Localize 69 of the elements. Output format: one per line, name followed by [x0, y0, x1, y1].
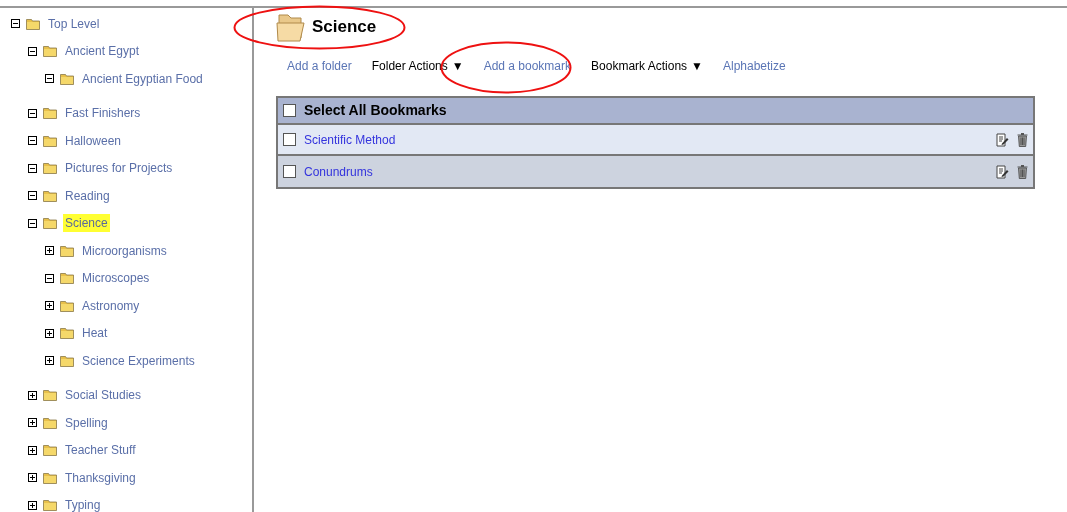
folder-icon [43, 217, 57, 230]
collapse-icon[interactable] [28, 218, 37, 228]
collapse-icon[interactable] [28, 46, 37, 56]
expand-icon[interactable] [28, 473, 37, 483]
expand-icon[interactable] [28, 500, 37, 510]
collapse-icon[interactable] [45, 74, 54, 84]
tree-item[interactable]: Fast Finishers [63, 104, 143, 123]
expand-icon[interactable] [28, 390, 37, 400]
tree-item[interactable]: Social Studies [63, 386, 144, 405]
bookmark-link[interactable]: Scientific Method [304, 130, 988, 149]
folder-icon [60, 272, 74, 285]
collapse-icon[interactable] [28, 136, 37, 146]
tree-item[interactable]: Spelling [63, 413, 110, 432]
collapse-icon[interactable] [28, 163, 37, 173]
tree-item[interactable]: Reading [63, 186, 112, 205]
tree-item[interactable]: Typing [63, 496, 103, 512]
folder-icon [43, 134, 57, 147]
collapse-icon[interactable] [11, 19, 20, 29]
expand-icon[interactable] [45, 301, 54, 311]
expand-icon[interactable] [28, 445, 37, 455]
expand-icon[interactable] [45, 356, 54, 366]
folder-icon [43, 499, 57, 512]
edit-icon[interactable] [996, 132, 1009, 147]
edit-icon[interactable] [996, 164, 1009, 179]
expand-icon[interactable] [45, 328, 54, 338]
actions-menu[interactable]: Bookmark Actions ▼ [591, 57, 703, 75]
folder-icon [60, 244, 74, 257]
folder-icon [60, 327, 74, 340]
tree-item[interactable]: Microorganisms [80, 241, 169, 260]
folder-icon [60, 354, 74, 367]
tree-item[interactable]: Teacher Stuff [63, 441, 138, 460]
checkbox[interactable] [283, 133, 296, 146]
folder-icon [43, 444, 57, 457]
toolbar-link[interactable]: Add a folder [287, 57, 352, 75]
bookmark-link[interactable]: Conundrums [304, 162, 988, 181]
folder-icon [43, 45, 57, 58]
tree-item[interactable]: Thanksgiving [63, 468, 138, 487]
folder-icon [43, 389, 57, 402]
folder-icon [43, 416, 57, 429]
collapse-icon[interactable] [28, 108, 37, 118]
folder-icon [43, 471, 57, 484]
folder-icon [43, 162, 57, 175]
folder-icon [43, 107, 57, 120]
checkbox[interactable] [283, 104, 296, 117]
select-all-label[interactable]: Select All Bookmarks [304, 100, 447, 121]
expand-icon[interactable] [28, 418, 37, 428]
folder-icon [60, 72, 74, 85]
tree-item[interactable]: Top Level [46, 14, 102, 33]
folder-icon [60, 299, 74, 312]
checkbox[interactable] [283, 165, 296, 178]
folder-icon [43, 189, 57, 202]
tree-item[interactable]: Pictures for Projects [63, 159, 175, 178]
toolbar-link[interactable]: Alphabetize [723, 57, 786, 75]
tree-item[interactable]: Microscopes [80, 269, 152, 288]
collapse-icon[interactable] [45, 273, 54, 283]
expand-icon[interactable] [45, 246, 54, 256]
trash-icon[interactable] [1017, 164, 1028, 179]
tree-item[interactable]: Halloween [63, 131, 124, 150]
trash-icon[interactable] [1017, 132, 1028, 147]
tree-item[interactable]: Heat [80, 324, 110, 343]
collapse-icon[interactable] [28, 191, 37, 201]
tree-item[interactable]: Science Experiments [80, 351, 197, 370]
tree-item[interactable]: Science [63, 214, 110, 233]
tree-item[interactable]: Ancient Egypt [63, 42, 142, 61]
folder-icon [26, 17, 40, 30]
folder-title: Science [312, 16, 377, 39]
tree-item[interactable]: Astronomy [80, 296, 142, 315]
folder-icon [276, 11, 306, 43]
tree-item[interactable]: Ancient Egyptian Food [80, 69, 205, 88]
